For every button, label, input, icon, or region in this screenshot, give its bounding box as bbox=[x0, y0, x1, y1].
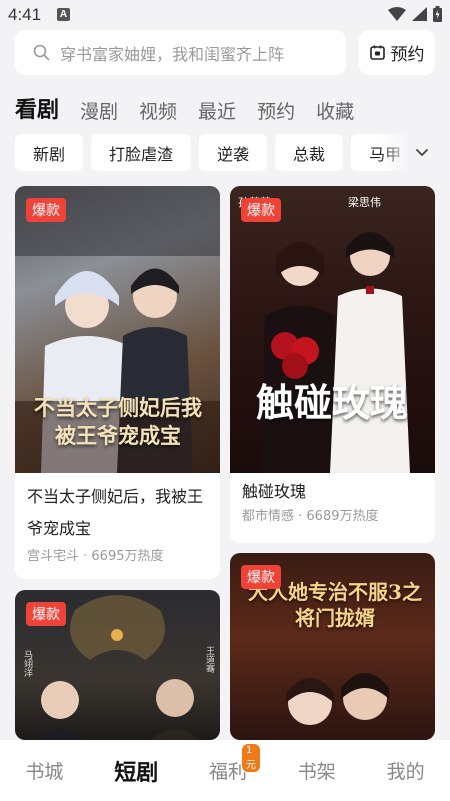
drama-card[interactable]: 大人她专治不服3之将门拢婿 爆款 bbox=[230, 553, 435, 740]
reserve-button[interactable]: 预约 bbox=[359, 30, 435, 75]
wifi-icon bbox=[388, 7, 406, 21]
tab-recent[interactable]: 最近 bbox=[198, 97, 236, 124]
search-icon bbox=[33, 44, 50, 61]
tab-reserved[interactable]: 预约 bbox=[257, 97, 295, 124]
tab-comic-drama[interactable]: 漫剧 bbox=[80, 97, 118, 124]
drama-poster: 触碰玫瑰 孙芸芸 梁思伟 爆款 bbox=[230, 186, 435, 473]
nav-short-drama[interactable]: 短剧 bbox=[114, 755, 158, 787]
drama-meta: 都市情感 · 6689万热度 bbox=[242, 509, 379, 524]
notification-a-icon: A bbox=[57, 8, 70, 21]
poster-title-art: 触碰玫瑰 bbox=[255, 380, 408, 425]
welfare-badge: 1元 bbox=[240, 743, 261, 773]
status-bar: 4:41 A bbox=[0, 0, 450, 30]
drama-poster: 马翊洋 王道骞 爆款 bbox=[15, 590, 220, 740]
chips-fade bbox=[380, 134, 410, 171]
category-tabs: 看剧 漫剧 视频 最近 预约 收藏 bbox=[15, 92, 375, 124]
drama-card[interactable]: 触碰玫瑰 孙芸芸 梁思伟 爆款 触碰玫瑰 都市情感 · 6689万热度 bbox=[230, 186, 435, 543]
hot-badge: 爆款 bbox=[241, 198, 281, 222]
filter-chips: 新剧 打脸虐渣 逆袭 总裁 马甲 bbox=[15, 134, 410, 171]
chevron-down-icon[interactable] bbox=[412, 144, 432, 162]
poster-cast-name: 梁思伟 bbox=[348, 196, 381, 209]
drama-poster: 不当太子侧妃后我被王爷宠成宝 爆款 bbox=[15, 186, 220, 473]
poster-cast-name: 马翊洋 bbox=[22, 650, 32, 677]
battery-icon bbox=[433, 6, 442, 22]
tab-drama[interactable]: 看剧 bbox=[15, 92, 59, 124]
status-time: 4:41 bbox=[8, 5, 42, 24]
nav-welfare[interactable]: 福利 1元 bbox=[209, 743, 261, 784]
poster-art bbox=[260, 232, 410, 473]
tab-video[interactable]: 视频 bbox=[139, 97, 177, 124]
poster-title-art: 不当太子侧妃后我被王爷宠成宝 bbox=[34, 395, 202, 448]
drama-title: 不当太子侧妃后，我被王爷宠成宝 bbox=[27, 487, 204, 538]
drama-card[interactable]: 马翊洋 王道骞 爆款 bbox=[15, 590, 220, 740]
drama-title: 触碰玫瑰 bbox=[242, 482, 307, 501]
signal-icon bbox=[412, 7, 427, 21]
nav-me[interactable]: 我的 bbox=[387, 757, 425, 784]
bottom-navigation: 书城 短剧 福利 1元 书架 我的 bbox=[0, 740, 450, 801]
search-placeholder: 穿书富家妯娌，我和闺蜜齐上阵 bbox=[60, 44, 285, 64]
hot-badge: 爆款 bbox=[241, 565, 281, 589]
chip-face-slap[interactable]: 打脸虐渣 bbox=[91, 134, 192, 171]
drama-card[interactable]: 不当太子侧妃后我被王爷宠成宝 爆款 不当太子侧妃后，我被王爷宠成宝 宫斗宅斗 ·… bbox=[15, 186, 220, 579]
drama-poster: 大人她专治不服3之将门拢婿 爆款 bbox=[230, 553, 435, 740]
drama-meta: 宫斗宅斗 · 6695万热度 bbox=[27, 549, 164, 564]
chip-comeback[interactable]: 逆袭 bbox=[199, 134, 268, 171]
reserve-label: 预约 bbox=[390, 45, 425, 65]
calendar-icon bbox=[369, 45, 385, 60]
nav-bookshelf[interactable]: 书架 bbox=[298, 757, 336, 784]
chip-new[interactable]: 新剧 bbox=[15, 134, 84, 171]
chip-ceo[interactable]: 总裁 bbox=[275, 134, 344, 171]
hot-badge: 爆款 bbox=[26, 198, 66, 222]
poster-cast-name: 王道骞 bbox=[204, 646, 214, 673]
nav-bookstore[interactable]: 书城 bbox=[25, 757, 63, 784]
hot-badge: 爆款 bbox=[26, 602, 66, 626]
tab-favorites[interactable]: 收藏 bbox=[316, 97, 354, 124]
system-icons bbox=[388, 6, 442, 22]
search-bar[interactable]: 穿书富家妯娌，我和闺蜜齐上阵 bbox=[15, 30, 346, 75]
